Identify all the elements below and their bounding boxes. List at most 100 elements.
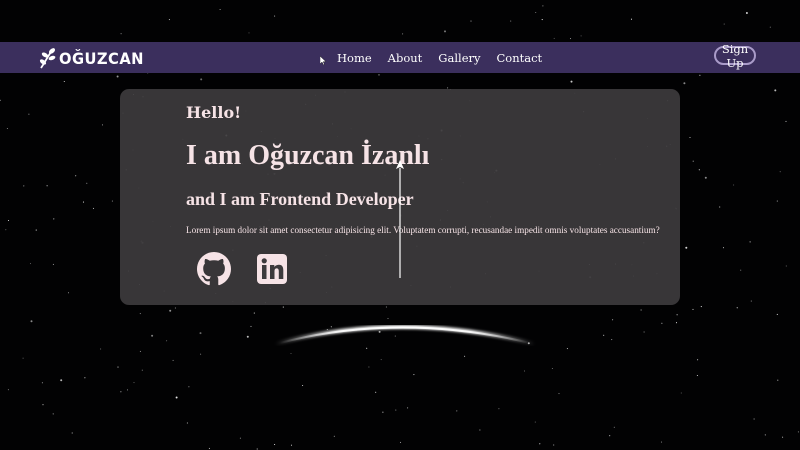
nav-link-about[interactable]: About (388, 51, 423, 65)
star (640, 309, 642, 311)
star (200, 353, 202, 355)
star (776, 313, 778, 315)
star (750, 300, 752, 302)
star (101, 124, 104, 126)
star (680, 392, 682, 394)
star (30, 320, 33, 323)
star (736, 307, 738, 309)
star (764, 434, 766, 436)
star (35, 229, 37, 231)
star (7, 389, 9, 391)
greeting-heading: Hello! (186, 103, 242, 122)
star (52, 413, 54, 415)
star (661, 322, 663, 324)
star (0, 99, 2, 101)
description-text: Lorem ipsum dolor sit amet consectetur a… (186, 225, 660, 235)
star (126, 389, 129, 391)
star (302, 384, 304, 387)
nav-link-contact[interactable]: Contact (497, 51, 543, 65)
star (704, 176, 707, 179)
star (6, 127, 8, 130)
nav-link-gallery[interactable]: Gallery (438, 51, 480, 65)
star (378, 74, 380, 76)
star (355, 329, 358, 331)
star (553, 444, 555, 446)
star (797, 431, 799, 433)
star (609, 435, 611, 437)
star (326, 329, 328, 331)
nav-links: Home About Gallery Contact (328, 42, 542, 73)
nav-link-home[interactable]: Home (337, 51, 372, 65)
star (470, 20, 472, 22)
star (444, 30, 446, 33)
star (395, 409, 397, 411)
star (723, 23, 725, 25)
star (274, 15, 276, 17)
star (785, 265, 787, 267)
star (250, 325, 252, 327)
star (366, 347, 368, 349)
star (534, 421, 536, 423)
star (700, 306, 702, 308)
star (219, 8, 221, 11)
star (75, 175, 77, 177)
star (256, 448, 258, 450)
star (290, 444, 293, 446)
star (464, 355, 466, 357)
star (151, 334, 154, 337)
star (28, 113, 30, 115)
star (740, 269, 742, 271)
star (722, 247, 725, 249)
star (745, 12, 748, 14)
star (246, 335, 249, 338)
space-background: OĞUZCAN Home About Gallery Contact Sign … (0, 0, 800, 450)
star (188, 386, 190, 388)
star (413, 374, 415, 376)
star (120, 33, 122, 35)
star (253, 312, 255, 314)
star (5, 229, 7, 231)
star (169, 309, 172, 312)
star (782, 436, 784, 438)
mouse-cursor-icon (320, 56, 326, 65)
star (660, 441, 663, 443)
star (86, 182, 88, 184)
star (769, 26, 771, 28)
star (580, 35, 582, 37)
star (569, 38, 572, 40)
star (248, 32, 250, 34)
star (689, 136, 691, 139)
star (117, 366, 119, 368)
star (553, 37, 555, 39)
star (527, 342, 530, 345)
star (785, 120, 787, 122)
star (566, 348, 568, 350)
star (100, 348, 102, 350)
star (551, 367, 553, 370)
sign-up-button[interactable]: Sign Up (714, 42, 756, 70)
star (375, 391, 377, 393)
star (60, 379, 63, 382)
star (29, 263, 32, 265)
star (84, 377, 86, 379)
star (172, 359, 174, 361)
star (41, 382, 43, 384)
star (46, 185, 48, 187)
star (523, 370, 526, 372)
star (696, 374, 698, 377)
star (456, 410, 458, 412)
linkedin-icon[interactable] (255, 252, 289, 286)
star (133, 382, 135, 384)
star (692, 308, 694, 310)
star (692, 160, 694, 162)
star (776, 200, 778, 202)
star (53, 218, 55, 220)
github-icon[interactable] (197, 252, 231, 286)
logo[interactable]: OĞUZCAN (38, 45, 151, 71)
star (290, 352, 292, 355)
logo-text: OĞUZCAN (59, 48, 144, 68)
star (535, 11, 537, 14)
star (200, 78, 203, 81)
star (613, 426, 615, 428)
star (510, 20, 512, 22)
